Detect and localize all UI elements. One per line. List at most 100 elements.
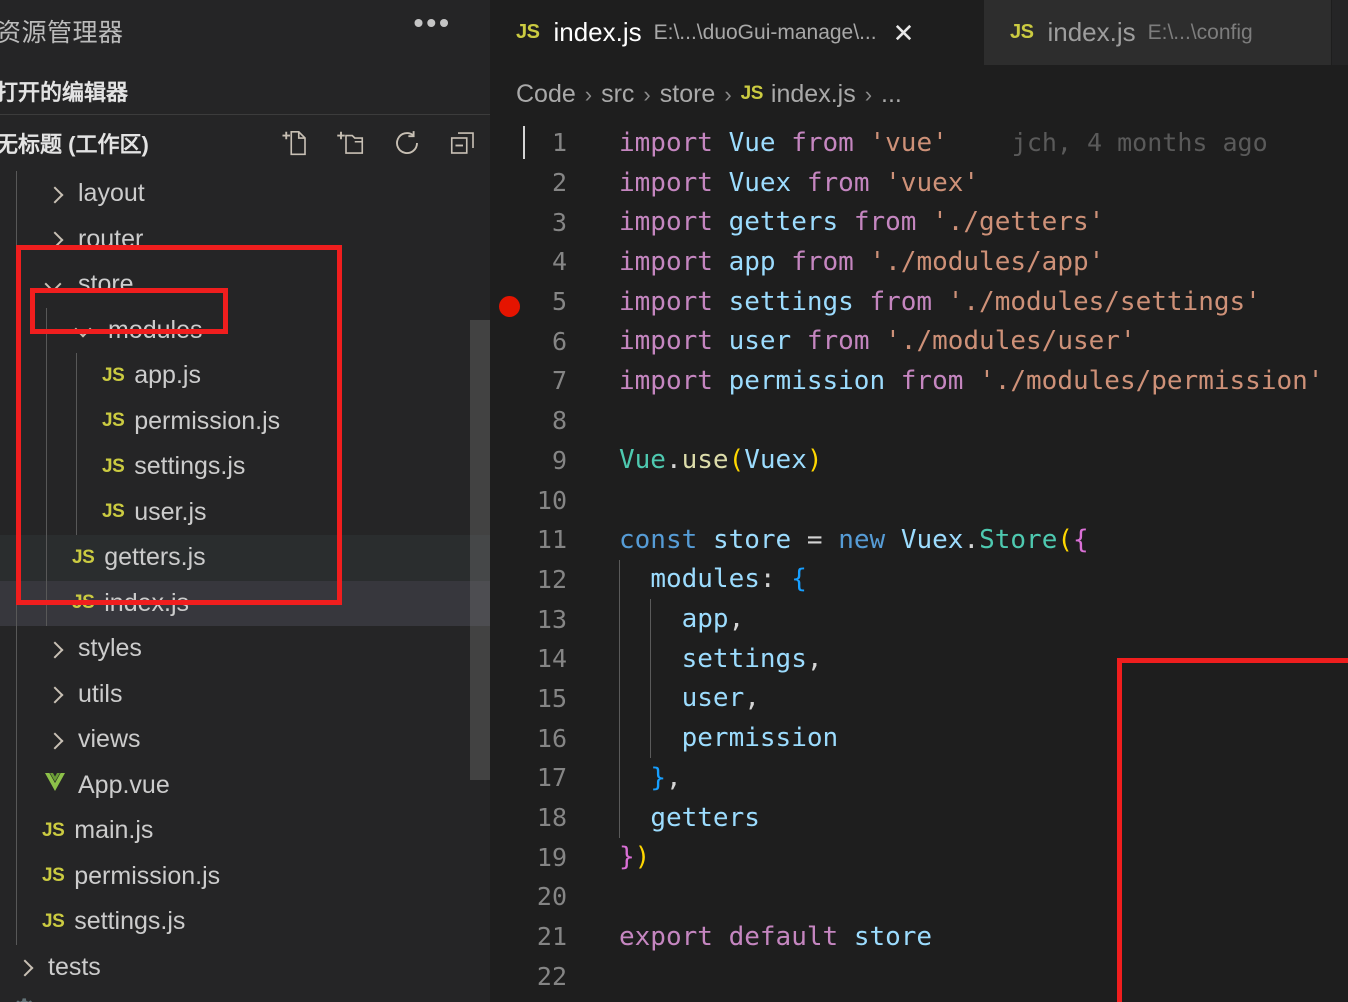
tree-item-tests[interactable]: tests [0,945,490,991]
line-number[interactable]: 15 [490,684,585,713]
breadcrumb-item[interactable]: Code [516,80,576,109]
line-number[interactable]: 8 [490,406,585,435]
tree-item-label: views [78,725,141,754]
tree-item-main-js[interactable]: JS main.js [0,808,490,854]
more-actions-icon[interactable]: ••• [414,9,452,37]
refresh-icon[interactable] [392,128,422,158]
code-line[interactable]: 9 Vue.use(Vuex) [490,441,1348,481]
breakpoint-icon[interactable] [499,296,520,318]
code-line[interactable]: 20 [490,877,1348,917]
code-line[interactable]: 2 import Vuex from 'vuex' [490,163,1348,203]
tree-item-styles[interactable]: styles [0,626,490,672]
chevron-down-icon[interactable] [42,272,68,298]
collapse-all-icon[interactable] [448,128,478,158]
section-open-editors[interactable]: 打开的编辑器 [0,68,490,114]
breadcrumb-item[interactable]: src [601,80,634,109]
line-number[interactable]: 18 [490,803,585,832]
code-token: Store [979,524,1058,555]
code-token: permission [681,723,839,754]
code-line[interactable]: 6 import user from './modules/user' [490,321,1348,361]
code-line[interactable]: 3 import getters from './getters' [490,202,1348,242]
line-number[interactable]: 21 [490,922,585,951]
chevron-right-icon[interactable] [42,226,68,252]
code-text: }, [585,763,681,793]
line-number[interactable]: 3 [490,208,585,237]
code-line[interactable]: 8 [490,401,1348,441]
line-number[interactable]: 4 [490,247,585,276]
new-file-icon[interactable] [280,128,310,158]
tree-item-permission-js[interactable]: JS permission.js [0,853,490,899]
js-file-icon: JS [102,364,125,386]
indent-guide [16,398,17,444]
tree-item-store[interactable]: store [0,262,490,308]
line-number[interactable]: 13 [490,605,585,634]
chevron-right-icon[interactable] [42,181,68,207]
line-number[interactable]: 11 [490,525,585,554]
code-line[interactable]: 1 import Vue from 'vue' jch, 4 months ago [490,123,1348,163]
section-workspace[interactable]: 无标题 (工作区) [0,114,490,171]
code-line[interactable]: 21 export default store [490,917,1348,957]
tree-item-app-vue[interactable]: App.vue [0,762,490,808]
code-token: app [681,604,729,635]
breadcrumb-separator: › [643,82,651,107]
breadcrumb-item[interactable]: ... [881,80,902,109]
code-token: const [619,524,698,555]
line-number[interactable]: 6 [490,327,585,356]
close-icon[interactable]: ✕ [893,20,915,46]
tree-item-getters-js[interactable]: JS getters.js [0,535,490,581]
indent-guide [76,353,77,399]
line-number[interactable]: 20 [490,882,585,911]
code-line[interactable]: 19}) [490,837,1348,877]
code-line[interactable]: 22 [490,956,1348,996]
tree-item-layout[interactable]: layout [0,171,490,217]
tree-item-index-js[interactable]: JS index.js [0,580,490,626]
new-folder-icon[interactable] [336,128,366,158]
indent-guide [16,489,17,535]
code-line[interactable]: 7 import permission from './modules/permi… [490,361,1348,401]
indent-guide [76,398,77,444]
chevron-right-icon[interactable] [42,636,68,662]
tree-item--editorconfig[interactable]: .editorconfig [0,990,490,1002]
sidebar-scrollbar[interactable] [470,320,490,780]
tree-item-permission-js[interactable]: JS permission.js [0,398,490,444]
tree-item-user-js[interactable]: JS user.js [0,489,490,535]
tree-item-app-js[interactable]: JS app.js [0,353,490,399]
editor-tab-active[interactable]: JS index.js E:\...\duoGui-manage\... ✕ [490,0,984,65]
tab-filepath: E:\...\duoGui-manage\... [653,20,877,44]
breadcrumb-item[interactable]: index.js [771,80,856,109]
code-line[interactable]: 5 import settings from './modules/setting… [490,282,1348,322]
code-text: import settings from './modules/settings… [585,287,1261,317]
chevron-right-icon[interactable] [12,954,38,980]
code-line[interactable]: 4 import app from './modules/app' [490,242,1348,282]
chevron-down-icon[interactable] [72,317,98,343]
line-number[interactable]: 1 [490,128,585,157]
tree-item-router[interactable]: router [0,216,490,262]
line-number[interactable]: 19 [490,843,585,872]
editor-tab-1[interactable]: JS index.js E:\...\config [984,0,1332,65]
code-editor[interactable]: 1 import Vue from 'vue' jch, 4 months ago 2… [490,123,1348,1002]
chevron-right-icon[interactable] [42,727,68,753]
js-file-icon: JS [42,865,65,887]
tree-item-settings-js[interactable]: JS settings.js [0,899,490,945]
line-number[interactable]: 14 [490,644,585,673]
line-number[interactable]: 16 [490,724,585,753]
line-number[interactable]: 17 [490,763,585,792]
code-line[interactable]: 11 const store = new Vuex.Store({ [490,520,1348,560]
tree-item-views[interactable]: views [0,717,490,763]
line-number[interactable]: 2 [490,168,585,197]
line-number[interactable]: 7 [490,366,585,395]
line-number[interactable]: 22 [490,962,585,991]
tree-item-utils[interactable]: utils [0,671,490,717]
line-number[interactable]: 9 [490,446,585,475]
code-token: store [712,524,792,555]
line-number[interactable]: 12 [490,565,585,594]
breadcrumb-item[interactable]: store [660,80,716,109]
tree-item-modules[interactable]: modules [0,307,490,353]
line-number[interactable]: 5 [490,287,585,318]
line-number[interactable]: 10 [490,486,585,515]
tree-item-settings-js[interactable]: JS settings.js [0,444,490,490]
chevron-right-icon[interactable] [42,681,68,707]
code-line[interactable]: 10 [490,480,1348,520]
